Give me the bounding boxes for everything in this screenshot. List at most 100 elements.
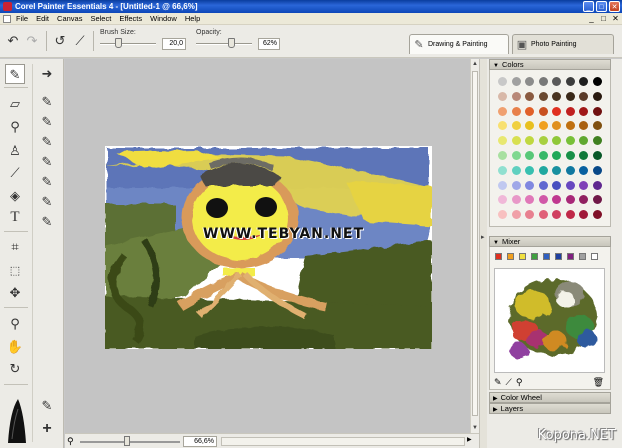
- horizontal-scrollbar[interactable]: [221, 437, 465, 446]
- color-swatch[interactable]: [592, 121, 602, 131]
- color-swatch[interactable]: [511, 121, 521, 131]
- menu-help[interactable]: Help: [181, 14, 204, 23]
- canvas-area[interactable]: WWW.TEBYAN.NET: [65, 59, 470, 433]
- color-swatch[interactable]: [525, 210, 534, 220]
- brush-size-thumb[interactable]: [114, 38, 122, 48]
- mixer-color-swatch[interactable]: [543, 253, 550, 260]
- color-swatch[interactable]: [565, 180, 575, 190]
- menu-file[interactable]: File: [12, 14, 32, 23]
- color-swatch[interactable]: [552, 165, 561, 175]
- color-swatch[interactable]: [565, 77, 575, 86]
- scroll-down-icon[interactable]: ▼: [471, 425, 479, 431]
- menu-edit[interactable]: Edit: [32, 14, 53, 23]
- color-swatch[interactable]: [552, 151, 561, 160]
- color-swatch[interactable]: [538, 77, 548, 86]
- undo-icon[interactable]: ↶: [5, 33, 21, 49]
- add-variant-icon[interactable]: +: [37, 419, 57, 439]
- color-swatch[interactable]: [565, 210, 575, 220]
- rotate-icon[interactable]: ↻: [5, 359, 25, 379]
- opacity-field[interactable]: 62%: [258, 38, 280, 50]
- color-swatch[interactable]: [525, 106, 534, 116]
- color-swatch[interactable]: [579, 151, 588, 160]
- variant-expand-icon[interactable]: ➜: [37, 64, 57, 84]
- color-swatch[interactable]: [511, 91, 521, 101]
- color-swatch[interactable]: [552, 195, 561, 205]
- mixer-pad[interactable]: [494, 268, 605, 373]
- zoom-field[interactable]: 66,6%: [183, 436, 217, 447]
- color-swatch[interactable]: [579, 210, 588, 220]
- redo-icon[interactable]: ↷: [24, 33, 40, 49]
- opacity-slider[interactable]: [196, 43, 252, 45]
- color-swatch[interactable]: [525, 180, 534, 190]
- color-swatch[interactable]: [511, 151, 521, 160]
- color-swatch[interactable]: [565, 195, 575, 205]
- transform-icon[interactable]: ✥: [5, 283, 25, 303]
- marquee-icon[interactable]: ⬚: [5, 261, 25, 281]
- mixer-color-swatch[interactable]: [507, 253, 514, 260]
- color-swatch[interactable]: [592, 210, 602, 220]
- color-swatch[interactable]: [511, 136, 521, 146]
- reset-brush-icon[interactable]: ↺: [52, 33, 68, 49]
- mixer-sample-icon[interactable]: ⚲: [516, 377, 523, 388]
- menu-canvas[interactable]: Canvas: [53, 14, 86, 23]
- panel-splitter[interactable]: ▸: [479, 59, 487, 448]
- color-swatch[interactable]: [552, 121, 561, 131]
- color-swatch[interactable]: [538, 165, 548, 175]
- color-swatch[interactable]: [525, 151, 534, 160]
- tab-drawing-painting[interactable]: ✎ Drawing & Painting: [409, 34, 509, 54]
- color-swatch[interactable]: [525, 121, 534, 131]
- scroll-up-icon[interactable]: ▲: [471, 61, 479, 67]
- color-swatch[interactable]: [565, 106, 575, 116]
- color-swatch[interactable]: [498, 180, 507, 190]
- color-swatch[interactable]: [511, 180, 521, 190]
- dropper-icon[interactable]: ⚲: [5, 117, 25, 137]
- minimize-button[interactable]: _: [583, 1, 594, 12]
- vertical-scrollbar[interactable]: ▲ ▼: [470, 59, 479, 433]
- brush-size-slider[interactable]: [100, 43, 156, 45]
- color-swatch[interactable]: [498, 106, 507, 116]
- brush-tool-icon[interactable]: ✎: [5, 64, 25, 84]
- brush-variant-icon[interactable]: ✎: [37, 152, 57, 172]
- text-icon[interactable]: T: [5, 207, 25, 227]
- color-swatch[interactable]: [538, 151, 548, 160]
- menu-select[interactable]: Select: [86, 14, 115, 23]
- zoom-slider[interactable]: [80, 441, 180, 443]
- scroll-thumb[interactable]: [472, 71, 478, 416]
- brush-variant-icon[interactable]: ✎: [37, 112, 57, 132]
- color-swatch[interactable]: [579, 77, 588, 86]
- color-swatch[interactable]: [498, 121, 507, 131]
- color-swatch[interactable]: [579, 136, 588, 146]
- brush-variant-icon[interactable]: ✎: [37, 212, 57, 232]
- picker-icon[interactable]: ⟋: [5, 163, 25, 183]
- current-color-icon[interactable]: [4, 391, 30, 445]
- color-swatch[interactable]: [592, 151, 602, 160]
- brush-variant-icon[interactable]: ✎: [37, 132, 57, 152]
- mixer-color-swatch[interactable]: [531, 253, 538, 260]
- color-swatch[interactable]: [498, 91, 507, 101]
- mixer-brush-icon[interactable]: ✎: [494, 377, 502, 388]
- layers-panel-header[interactable]: ▶ Layers: [489, 403, 611, 414]
- menu-effects[interactable]: Effects: [115, 14, 146, 23]
- color-swatch[interactable]: [538, 180, 548, 190]
- color-swatch[interactable]: [538, 91, 548, 101]
- mixer-color-swatch[interactable]: [555, 253, 562, 260]
- color-swatch[interactable]: [592, 180, 602, 190]
- color-swatch[interactable]: [552, 210, 561, 220]
- mixer-dropper-icon[interactable]: ⟋: [506, 377, 512, 388]
- color-swatch[interactable]: [592, 195, 602, 205]
- brush-variant-icon[interactable]: ✎: [37, 92, 57, 112]
- color-swatch[interactable]: [498, 210, 507, 220]
- color-swatch[interactable]: [565, 91, 575, 101]
- color-wheel-panel-header[interactable]: ▶ Color Wheel: [489, 392, 611, 403]
- color-swatch[interactable]: [592, 136, 602, 146]
- color-swatch[interactable]: [525, 136, 534, 146]
- menu-window[interactable]: Window: [146, 14, 181, 23]
- zoom-thumb[interactable]: [124, 436, 130, 446]
- brush-tracking-icon[interactable]: ⟋: [72, 33, 88, 49]
- document-icon[interactable]: [3, 14, 11, 23]
- color-swatch[interactable]: [592, 106, 602, 116]
- doc-restore-button[interactable]: □: [599, 14, 608, 23]
- magnifier-icon[interactable]: ⚲: [5, 314, 25, 334]
- color-swatch[interactable]: [592, 77, 602, 86]
- color-swatch[interactable]: [511, 77, 521, 86]
